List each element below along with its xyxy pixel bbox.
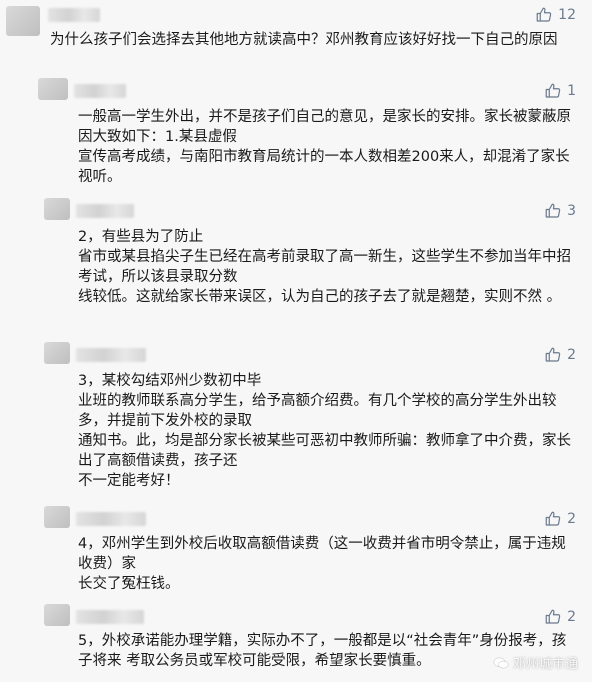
thumbs-up-icon (535, 6, 553, 24)
avatar[interactable] (6, 6, 40, 36)
avatar[interactable] (44, 198, 70, 220)
avatar[interactable] (44, 506, 70, 528)
avatar[interactable] (44, 604, 70, 626)
username-blurred[interactable] (76, 348, 146, 362)
like-button[interactable]: 2 (544, 346, 576, 364)
comment-text: 为什么孩子们会选择去其他地方就读高中？邓州教育应该好好找一下自己的原因 (50, 32, 558, 48)
thumbs-up-icon (544, 82, 562, 100)
username-blurred[interactable] (76, 204, 134, 218)
comment-text: 一般高一学生外出，并不是孩子们自己的意见，是家长的安排。家长被蒙蔽原因大致如下：… (78, 109, 571, 185)
username-blurred[interactable] (76, 610, 144, 624)
thumbs-up-icon (544, 202, 562, 220)
like-count: 3 (567, 203, 576, 219)
comment-text: 2，有些县为了防止 省市或某县掐尖子生已经在高考前录取了高一新生，这些学生不参加… (78, 229, 571, 305)
like-button[interactable]: 2 (544, 608, 576, 626)
comment-list: 12 为什么孩子们会选择去其他地方就读高中？邓州教育应该好好找一下自己的原因 1… (0, 0, 592, 682)
like-button[interactable]: 2 (544, 510, 576, 528)
thumbs-up-icon (544, 346, 562, 364)
username-blurred[interactable] (48, 8, 100, 22)
comment-text: 4，邓州学生到外校后收取高额借读费（这一收费并省市明令禁止，属于违规收费）家 长… (78, 536, 566, 592)
wechat-logo-icon (493, 656, 509, 670)
comment-text: 3，某校勾结邓州少数初中毕 业班的教师联系高分学生，给予高额介绍费。有几个学校的… (78, 373, 571, 489)
like-count: 1 (567, 83, 576, 99)
like-button[interactable]: 12 (535, 6, 576, 24)
like-button[interactable]: 3 (544, 202, 576, 220)
like-count: 2 (567, 609, 576, 625)
thumbs-up-icon (544, 510, 562, 528)
username-blurred[interactable] (74, 84, 126, 98)
like-count: 12 (558, 7, 576, 23)
username-blurred[interactable] (76, 512, 146, 526)
like-count: 2 (567, 347, 576, 363)
thumbs-up-icon (544, 608, 562, 626)
watermark-text: 邓州城市通 (512, 657, 578, 672)
like-button[interactable]: 1 (544, 82, 576, 100)
watermark: 邓州城市通 (493, 653, 578, 672)
avatar[interactable] (38, 78, 68, 100)
avatar[interactable] (44, 342, 70, 364)
like-count: 2 (567, 511, 576, 527)
